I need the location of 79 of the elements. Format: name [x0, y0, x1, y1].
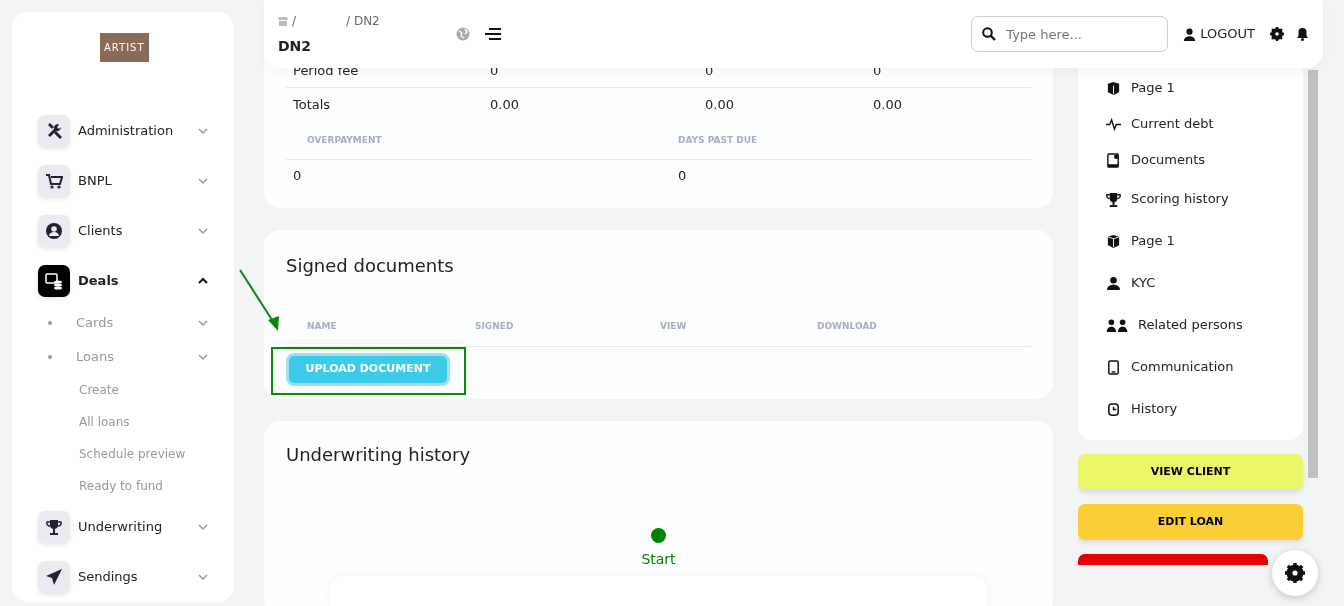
settings-icon	[1285, 563, 1305, 583]
menu-item[interactable]: Documents	[1106, 142, 1303, 178]
page-title: DN2	[278, 36, 313, 56]
column-header: DAYS PAST DUE	[678, 133, 758, 147]
cart-icon	[45, 172, 63, 190]
table-cell-text: 0.00	[490, 96, 519, 115]
menu-item[interactable]: Related persons	[1106, 304, 1303, 346]
card-title: Signed documents	[286, 254, 455, 278]
bullet-icon	[48, 355, 52, 359]
table-cell-text: 0	[873, 61, 882, 80]
logout-button[interactable]: LOGOUT	[1183, 24, 1255, 44]
menu-icon[interactable]	[485, 27, 501, 41]
pulse-icon	[1106, 116, 1121, 132]
menu-item[interactable]: Scoring history	[1106, 178, 1303, 220]
trophy-icon	[45, 518, 63, 536]
column-header: NAME	[307, 319, 338, 333]
settings-icon[interactable]	[1270, 27, 1284, 41]
cube-icon	[1106, 80, 1121, 96]
action-button[interactable]: EDIT LOAN	[1078, 504, 1303, 540]
chevron-down-icon	[198, 126, 208, 136]
step-label: Start	[641, 550, 676, 569]
table-cell-text: 0	[293, 167, 303, 186]
menu-label: Sendings	[78, 568, 139, 587]
table-cell-text: 0.00	[705, 96, 734, 115]
menu-label: BNPL	[78, 172, 113, 191]
search-icon	[982, 27, 997, 41]
breadcrumb-item[interactable]: /	[292, 11, 297, 30]
menu-item[interactable]: Communication	[1106, 346, 1303, 388]
users-icon	[1106, 317, 1128, 333]
menu-label: Underwriting	[78, 518, 164, 537]
coins-icon	[45, 272, 63, 290]
column-header: SIGNED	[475, 319, 515, 333]
menu-item[interactable]: History	[1106, 388, 1303, 430]
search-field[interactable]: Type here...	[971, 16, 1169, 52]
trophy-icon	[1106, 191, 1121, 207]
sidebar-item[interactable]: BNPL	[38, 156, 234, 206]
chevron-up-icon	[198, 276, 208, 286]
notification-bell-icon[interactable]	[1296, 27, 1309, 41]
user-icon	[1183, 27, 1197, 41]
breadcrumb-item[interactable]: / DN2	[346, 11, 380, 30]
menu-item[interactable]: Page 1	[1106, 70, 1303, 106]
table-cell-text: 0	[490, 61, 499, 80]
chevron-down-icon	[198, 522, 208, 532]
chevron-down-icon	[198, 352, 208, 362]
bullet-icon	[48, 321, 52, 325]
sidebar-item[interactable]: Clients	[38, 206, 234, 256]
logo: ARTIST	[99, 32, 150, 63]
column-header: DOWNLOAD	[817, 319, 877, 333]
watch-icon	[1106, 401, 1121, 417]
action-button[interactable]: VIEW CLIENT	[1078, 454, 1303, 490]
menu-item[interactable]: Page 1	[1106, 220, 1303, 262]
user-circle-icon	[45, 222, 63, 240]
table-cell-text: Totals	[293, 96, 331, 115]
sidebar-item[interactable]: Underwriting	[38, 502, 234, 552]
menu-item[interactable]: KYC	[1106, 262, 1303, 304]
table-cell-text: 0	[705, 61, 714, 80]
menu-label: Deals	[78, 272, 120, 291]
phone-icon	[1106, 359, 1121, 375]
menu-item[interactable]: Current debt	[1106, 106, 1303, 142]
user-icon	[1106, 275, 1121, 291]
sidebar-item[interactable]: Deals	[38, 256, 234, 306]
settings-button[interactable]	[1272, 550, 1318, 596]
menu-label: Administration	[78, 122, 175, 141]
chevron-down-icon	[198, 226, 208, 236]
contact-card-icon	[1106, 152, 1121, 168]
menu-label: Clients	[78, 222, 124, 241]
chevron-down-icon	[198, 176, 208, 186]
card-title: Underwriting history	[286, 443, 472, 467]
column-header: VIEW	[660, 319, 688, 333]
table-cell-text: Period fee	[293, 61, 359, 80]
table-cell-text: 0.00	[873, 96, 902, 115]
chevron-down-icon	[198, 572, 208, 582]
sidebar-item[interactable]: Sendings	[38, 552, 234, 602]
cube-icon	[1106, 233, 1121, 249]
column-header: OVERPAYMENT	[307, 133, 383, 147]
chevron-down-icon	[198, 318, 208, 328]
sidebar-item[interactable]: Administration	[38, 106, 234, 156]
table-cell-text: 0	[678, 167, 687, 186]
paper-plane-icon	[45, 568, 63, 586]
